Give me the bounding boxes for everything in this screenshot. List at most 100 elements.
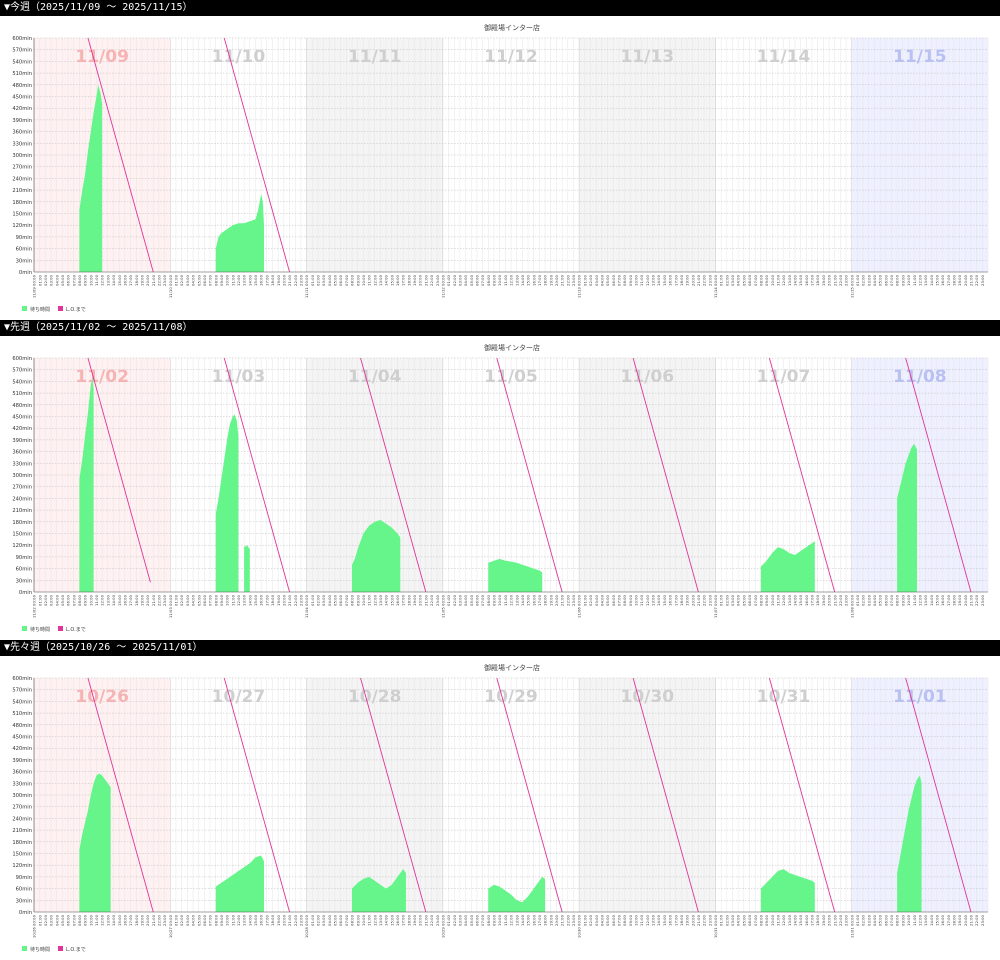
x-tick-label: 07:00 <box>208 594 213 606</box>
x-tick-label: 15:00 <box>798 274 803 286</box>
x-tick-label: 11:00 <box>230 914 235 926</box>
x-tick-label: 18:00 <box>270 594 275 606</box>
y-tick-label: 180min <box>12 840 32 846</box>
x-tick-label: 14:00 <box>929 914 934 926</box>
wait-time-area <box>244 545 250 592</box>
x-tick-label: 13:00 <box>242 914 247 926</box>
x-tick-label: 02:00 <box>724 594 729 606</box>
x-tick-label: 08:00 <box>350 274 355 286</box>
x-tick-label: 11/01 00:00 <box>849 914 854 938</box>
x-tick-label: 08:00 <box>895 914 900 926</box>
y-tick-label: 90min <box>16 235 32 241</box>
x-tick-label: 09:00 <box>764 274 769 286</box>
x-tick-label: 11:00 <box>94 914 99 926</box>
x-tick-label: 09:00 <box>492 274 497 286</box>
x-tick-label: 05:00 <box>878 594 883 606</box>
y-tick-label: 600min <box>12 36 32 42</box>
x-tick-label: 05:00 <box>741 914 746 926</box>
x-tick-label: 07:00 <box>344 274 349 286</box>
x-tick-label: 08:00 <box>213 914 218 926</box>
x-tick-label: 15:00 <box>253 274 258 286</box>
x-tick-label: 11:00 <box>503 594 508 606</box>
x-tick-label: 10:00 <box>225 594 230 606</box>
week-panel-this-week: ▼今週（2025/11/09 ～ 2025/11/15） 0min 30min 60… <box>0 0 1000 320</box>
x-tick-label: 02:00 <box>861 914 866 926</box>
x-tick-label: 19:00 <box>957 594 962 606</box>
x-tick-label: 14:00 <box>111 594 116 606</box>
x-tick-label: 18:00 <box>134 914 139 926</box>
x-tick-label: 10:00 <box>497 594 502 606</box>
x-tick-label: 16:00 <box>395 914 400 926</box>
x-tick-label: 07:00 <box>208 914 213 926</box>
x-tick-label: 06:00 <box>66 594 71 606</box>
y-tick-label: 60min <box>16 247 32 253</box>
x-tick-label: 17:00 <box>128 914 133 926</box>
x-tick-label: 02:00 <box>316 594 321 606</box>
x-tick-label: 20:00 <box>145 594 150 606</box>
x-tick-label: 21:00 <box>696 914 701 926</box>
x-tick-label: 12:00 <box>100 914 105 926</box>
x-tick-label: 12:00 <box>236 274 241 286</box>
x-tick-label: 06:00 <box>475 594 480 606</box>
x-tick-label: 15:00 <box>526 274 531 286</box>
x-tick-label: 18:00 <box>815 914 820 926</box>
y-tick-label: 390min <box>12 438 32 444</box>
x-tick-label: 07:00 <box>889 274 894 286</box>
y-tick-label: 600min <box>12 676 32 682</box>
x-tick-label: 11:00 <box>230 274 235 286</box>
x-tick-label: 07:00 <box>344 914 349 926</box>
x-tick-label: 14:00 <box>793 914 798 926</box>
x-tick-label: 19:00 <box>685 594 690 606</box>
x-tick-label: 10:00 <box>361 594 366 606</box>
x-tick-label: 17:00 <box>401 274 406 286</box>
day-label: 11/10 <box>212 47 266 67</box>
x-tick-label: 13:00 <box>514 594 519 606</box>
x-tick-label: 19:00 <box>412 274 417 286</box>
x-tick-label: 20:00 <box>827 594 832 606</box>
x-tick-label: 04:00 <box>54 914 59 926</box>
x-tick-label: 22:00 <box>429 914 434 926</box>
x-tick-label: 13:00 <box>923 914 928 926</box>
x-tick-label: 01:00 <box>446 914 451 926</box>
x-tick-label: 11:00 <box>775 914 780 926</box>
x-tick-label: 07:00 <box>71 274 76 286</box>
x-tick-label: 01:00 <box>719 274 724 286</box>
x-tick-label: 17:00 <box>810 914 815 926</box>
x-tick-label: 08:00 <box>895 274 900 286</box>
x-tick-label: 22:00 <box>974 274 979 286</box>
x-tick-label: 04:00 <box>191 914 196 926</box>
x-tick-label: 14:00 <box>520 594 525 606</box>
x-tick-label: 20:00 <box>690 594 695 606</box>
x-tick-label: 12:00 <box>509 594 514 606</box>
x-tick-label: 23:00 <box>844 274 849 286</box>
x-tick-label: 03:00 <box>321 274 326 286</box>
x-tick-label: 05:00 <box>878 274 883 286</box>
x-tick-label: 12:00 <box>645 274 650 286</box>
day-label: 11/13 <box>621 47 675 67</box>
x-tick-label: 16:00 <box>531 914 536 926</box>
x-tick-label: 05:00 <box>196 274 201 286</box>
x-tick-label: 18:00 <box>543 914 548 926</box>
x-tick-label: 12:00 <box>917 914 922 926</box>
x-tick-label: 23:00 <box>844 914 849 926</box>
x-tick-label: 06:00 <box>475 274 480 286</box>
y-tick-label: 390min <box>12 758 32 764</box>
x-tick-label: 13:00 <box>242 594 247 606</box>
x-tick-label: 06:00 <box>66 914 71 926</box>
x-tick-label: 11:00 <box>912 914 917 926</box>
x-tick-label: 01:00 <box>855 594 860 606</box>
x-tick-label: 16:00 <box>940 274 945 286</box>
x-tick-label: 16:00 <box>122 274 127 286</box>
x-tick-label: 23:00 <box>298 914 303 926</box>
x-tick-label: 19:00 <box>548 914 553 926</box>
x-tick-label: 13:00 <box>378 274 383 286</box>
x-tick-label: 21:00 <box>560 914 565 926</box>
x-tick-label: 17:00 <box>401 914 406 926</box>
x-tick-label: 16:00 <box>531 274 536 286</box>
x-tick-label: 20:00 <box>145 274 150 286</box>
x-tick-label: 17:00 <box>810 274 815 286</box>
x-tick-label: 07:00 <box>753 914 758 926</box>
x-tick-label: 20:00 <box>418 274 423 286</box>
x-tick-label: 06:00 <box>202 914 207 926</box>
y-tick-label: 510min <box>12 391 32 397</box>
